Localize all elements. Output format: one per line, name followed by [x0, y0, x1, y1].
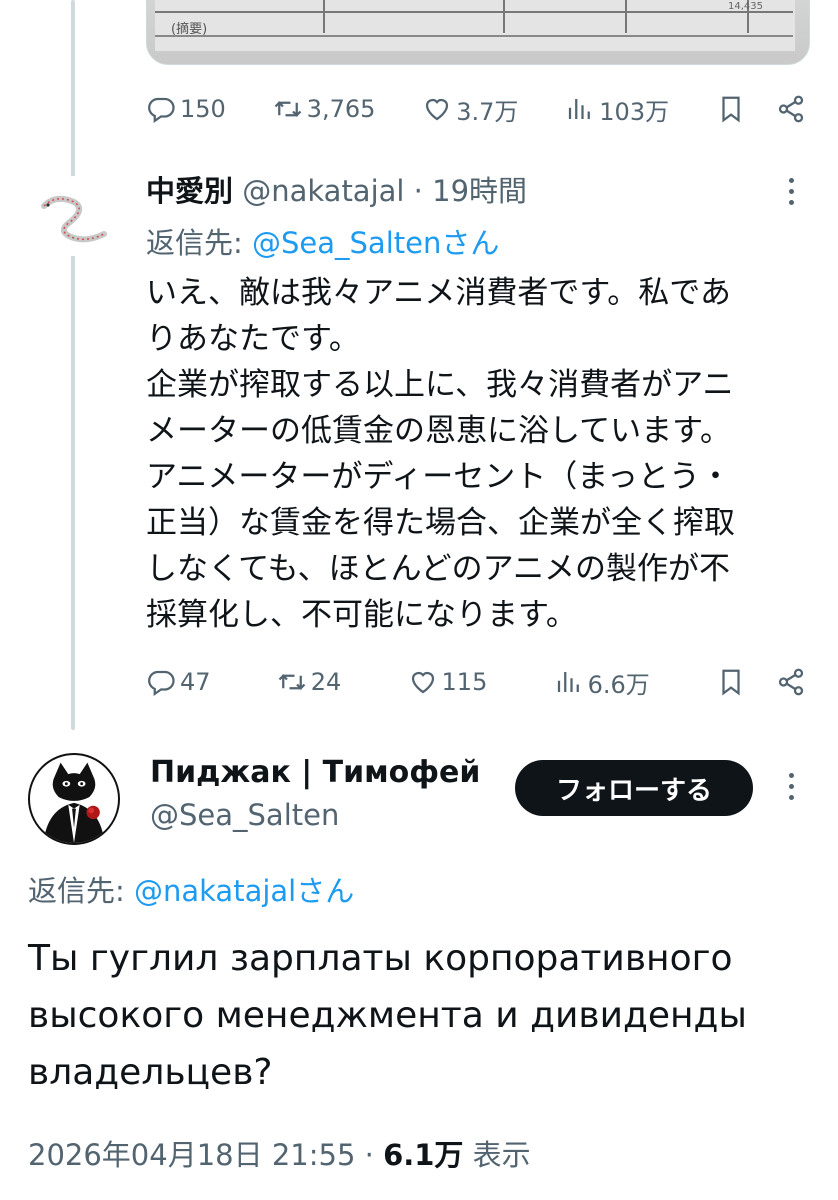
like-button[interactable]: 115 — [408, 667, 488, 697]
display-name[interactable]: 中愛別 — [146, 174, 233, 208]
handle[interactable]: @Sea_Salten — [150, 798, 339, 832]
reply-count: 47 — [180, 668, 211, 696]
photo-table-line — [323, 0, 325, 33]
reply-icon — [148, 97, 175, 124]
reply-tweet-header: 中愛別 @nakatajal · 19時間 — [146, 168, 786, 210]
tweet-text-line: りあなたです。 — [146, 321, 360, 357]
reply-icon — [148, 670, 175, 697]
photo-table-line — [155, 35, 793, 37]
like-button[interactable]: 3.7万 — [422, 92, 518, 127]
reply-to-prefix: 返信先: — [28, 874, 125, 908]
views-icon — [569, 99, 591, 119]
tweet-text-line: 採算化し、不可能になります。 — [146, 597, 577, 633]
retweet-icon — [278, 674, 306, 690]
avatar[interactable] — [28, 753, 120, 845]
main-tweet-text: Ты гуглил зарплаты корпоративного высоко… — [28, 930, 818, 1101]
like-count: 3.7万 — [456, 97, 519, 126]
views-label: 表示 — [463, 1138, 531, 1172]
tweet-text-line: いえ、敵は我々アニメ消費者です。私であ — [146, 275, 731, 311]
photo-table-line — [155, 11, 793, 13]
reply-button[interactable]: 47 — [146, 667, 211, 697]
handle-and-time[interactable]: @nakatajal · 19時間 — [242, 174, 527, 208]
views-icon — [557, 672, 579, 692]
tweet-photo[interactable]: (摘要) 14,435 — [146, 0, 810, 65]
thread-connector-line — [71, 0, 75, 730]
more-icon[interactable] — [786, 773, 796, 800]
photo-number: 14,435 — [728, 1, 763, 12]
reply-to-mention[interactable]: @Sea_Salten — [252, 226, 441, 260]
views-count: 6.6万 — [587, 670, 650, 699]
like-icon — [411, 671, 434, 694]
tweet-text-line: Ты гуглил зарплаты корпоративного — [28, 938, 733, 979]
tweet-text-line: アニメーターがディーセント（まっとう・ — [146, 459, 731, 495]
reply-to-prefix: 返信先: — [146, 226, 243, 260]
separator: · — [355, 1138, 384, 1172]
reply-to-mention[interactable]: @nakatajal — [134, 874, 296, 908]
bookmark-icon[interactable] — [716, 667, 746, 697]
photo-caption: (摘要) — [171, 22, 208, 37]
top-tweet-actions: 150 3,765 3.7万 103万 — [146, 87, 806, 131]
like-icon — [426, 98, 449, 121]
retweet-count: 3,765 — [306, 95, 376, 123]
share-icon[interactable] — [776, 667, 806, 697]
tweet-text-line: высокого менеджмента и дивиденды — [28, 995, 747, 1036]
views-count[interactable]: 6.1万 — [383, 1138, 463, 1172]
reply-to-line: 返信先: @nakatajalさん — [28, 868, 354, 910]
tweet-timestamp-line: 2026年04月18日 21:55 · 6.1万 表示 — [28, 1132, 531, 1174]
eel-avatar-icon — [41, 195, 107, 243]
reply-tweet-right-actions — [716, 667, 806, 697]
reply-count: 150 — [180, 95, 226, 123]
like-count: 115 — [441, 668, 488, 696]
reply-to-suffix: さん — [296, 874, 355, 908]
photo-table-line — [503, 0, 505, 33]
tweet-text-line: 企業が搾取する以上に、我々消費者がアニ — [146, 367, 734, 403]
retweet-button[interactable]: 3,765 — [273, 94, 376, 124]
tweet-text-line: владельцев? — [28, 1052, 273, 1093]
tweet-thread-page: (摘要) 14,435 150 3,765 3.7万 103万 中愛別 @nak… — [0, 0, 838, 1200]
display-name[interactable]: Пиджак | Тимофей — [150, 755, 480, 790]
tweet-text-line: しなくても、ほとんどのアニメの製作が不 — [146, 551, 731, 587]
views-button[interactable]: 103万 — [565, 92, 669, 127]
more-icon[interactable] — [786, 178, 796, 205]
retweet-icon — [274, 101, 301, 117]
tweet-text-line: メーターの低賃金の恩恵に浴しています。 — [146, 413, 731, 449]
avatar[interactable] — [34, 176, 114, 256]
timestamp[interactable]: 2026年04月18日 21:55 — [28, 1138, 355, 1172]
tweet-text-line: 正当）な賃金を得た場合、企業が全く搾取 — [146, 505, 735, 541]
cat-in-suit-avatar-icon — [43, 762, 105, 843]
top-tweet-right-actions — [716, 94, 806, 124]
reply-to-line: 返信先: @Sea_Saltenさん — [146, 220, 499, 262]
share-icon[interactable] — [776, 94, 806, 124]
views-count: 103万 — [599, 97, 670, 126]
reply-button[interactable]: 150 — [146, 94, 226, 124]
retweet-button[interactable]: 24 — [277, 667, 342, 697]
reply-tweet-actions: 47 24 115 6.6万 — [146, 660, 806, 704]
reply-to-suffix: さん — [441, 226, 500, 260]
bookmark-icon[interactable] — [716, 94, 746, 124]
reply-tweet-text: いえ、敵は我々アニメ消費者です。私であ りあなたです。 企業が搾取する以上に、我… — [146, 270, 810, 638]
views-button[interactable]: 6.6万 — [554, 665, 650, 700]
follow-button[interactable]: フォローする — [515, 760, 753, 816]
photo-document — [155, 0, 795, 51]
retweet-count: 24 — [310, 668, 342, 696]
photo-table-line — [625, 0, 627, 33]
